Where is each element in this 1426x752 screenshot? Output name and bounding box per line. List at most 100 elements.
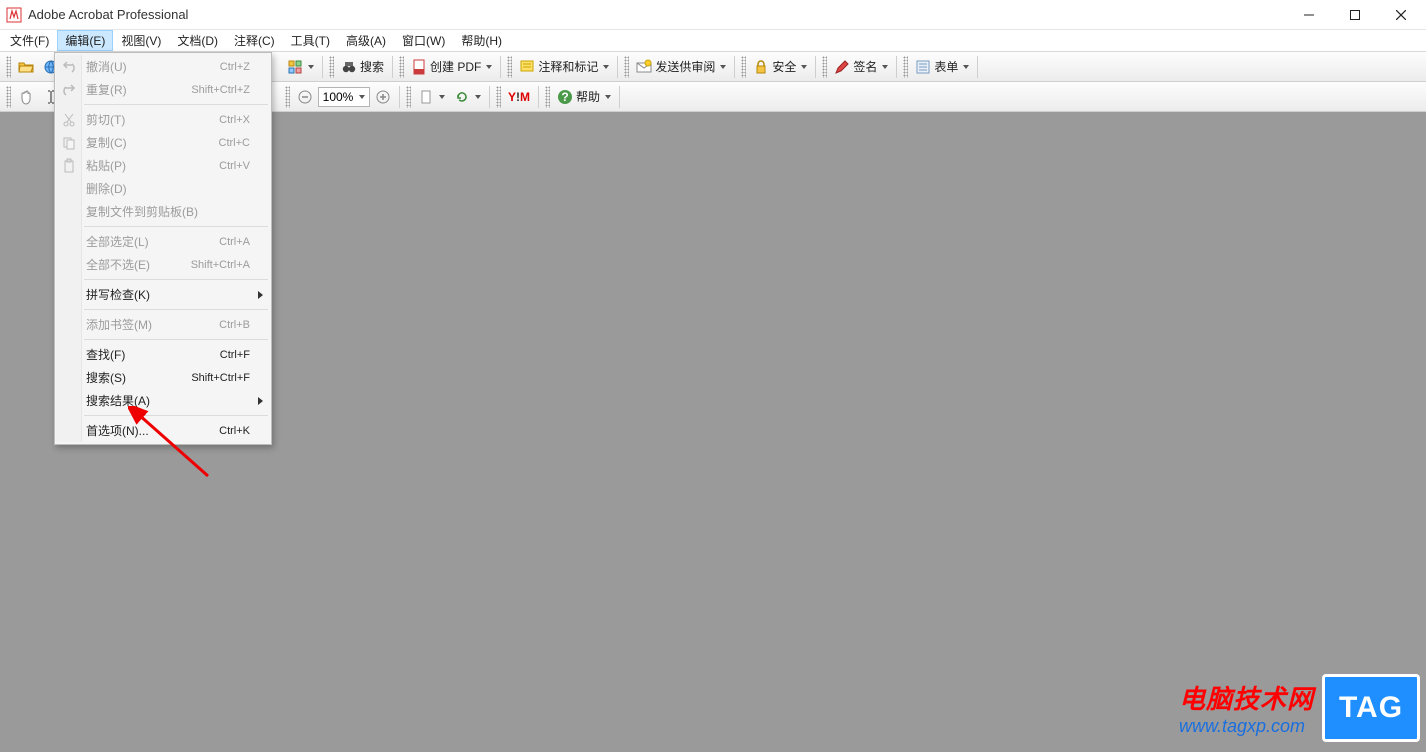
cut-icon: [61, 112, 77, 128]
window-title: Adobe Acrobat Professional: [28, 7, 1286, 22]
menu-shortcut: Shift+Ctrl+Z: [191, 84, 250, 96]
dropdown-arrow-icon: [882, 65, 888, 69]
menu-help[interactable]: 帮助(H): [453, 30, 510, 51]
submenu-arrow-icon: [258, 291, 263, 299]
sign-button[interactable]: 签名: [830, 55, 892, 79]
toolbar-grip[interactable]: [822, 56, 827, 78]
menu-view[interactable]: 视图(V): [113, 30, 169, 51]
toolbar-grip[interactable]: [6, 56, 11, 78]
toolbar-grip[interactable]: [903, 56, 908, 78]
menu-comments[interactable]: 注释(C): [226, 30, 283, 51]
rotate-icon: [454, 89, 470, 105]
annotate-button[interactable]: 注释和标记: [515, 55, 613, 79]
toolbar-grip[interactable]: [741, 56, 746, 78]
svg-text:?: ?: [561, 90, 568, 104]
copy-icon: [61, 135, 77, 151]
menu-label: 添加书签(M): [86, 316, 219, 333]
toolbar-grip[interactable]: [624, 56, 629, 78]
menu-label: 复制文件到剪贴板(B): [86, 203, 250, 220]
menu-bar: 文件(F) 编辑(E) 视图(V) 文档(D) 注释(C) 工具(T) 高级(A…: [0, 30, 1426, 52]
maximize-button[interactable]: [1332, 0, 1378, 30]
undo-icon: [61, 59, 77, 75]
dropdown-arrow-icon: [603, 65, 609, 69]
menu-tools[interactable]: 工具(T): [283, 30, 338, 51]
toolbar-grip[interactable]: [507, 56, 512, 78]
search-button[interactable]: 搜索: [337, 55, 388, 79]
dropdown-arrow-icon: [475, 95, 481, 99]
hand-icon: [18, 89, 34, 105]
open-button[interactable]: [14, 55, 38, 79]
create-pdf-button[interactable]: 创建 PDF: [407, 55, 496, 79]
app-icon: [6, 7, 22, 23]
menu-item-search[interactable]: 搜索(S) Shift+Ctrl+F: [56, 366, 270, 389]
menu-window[interactable]: 窗口(W): [394, 30, 453, 51]
menu-item-preferences[interactable]: 首选项(N)... Ctrl+K: [56, 419, 270, 442]
menu-item-spellcheck[interactable]: 拼写检查(K): [56, 283, 270, 306]
toolbar-grip[interactable]: [545, 86, 550, 108]
menu-item-copy[interactable]: 复制(C) Ctrl+C: [56, 131, 270, 154]
menu-file[interactable]: 文件(F): [2, 30, 57, 51]
minimize-button[interactable]: [1286, 0, 1332, 30]
send-review-label: 发送供审阅: [655, 58, 715, 75]
menu-item-select-all[interactable]: 全部选定(L) Ctrl+A: [56, 230, 270, 253]
note-icon: [519, 59, 535, 75]
menu-item-deselect-all[interactable]: 全部不选(E) Shift+Ctrl+A: [56, 253, 270, 276]
menu-label: 拼写检查(K): [86, 286, 250, 303]
toolbar-grip[interactable]: [6, 86, 11, 108]
help-label: 帮助: [576, 88, 600, 105]
menu-shortcut: Ctrl+X: [219, 114, 250, 126]
menu-shortcut: Shift+Ctrl+F: [191, 372, 250, 384]
binoculars-icon: [341, 59, 357, 75]
menu-label: 搜索(S): [86, 369, 191, 386]
title-bar: Adobe Acrobat Professional: [0, 0, 1426, 30]
forms-button[interactable]: 表单: [911, 55, 973, 79]
menu-item-search-results[interactable]: 搜索结果(A): [56, 389, 270, 412]
hand-tool-button[interactable]: [14, 85, 38, 109]
menu-item-undo[interactable]: 撤消(U) Ctrl+Z: [56, 55, 270, 78]
menu-item-paste[interactable]: 粘贴(P) Ctrl+V: [56, 154, 270, 177]
dropdown-arrow-icon: [308, 65, 314, 69]
menu-edit[interactable]: 编辑(E): [57, 30, 113, 51]
menu-label: 删除(D): [86, 180, 250, 197]
menu-label: 搜索结果(A): [86, 392, 250, 409]
menu-label: 全部不选(E): [86, 256, 191, 273]
menu-item-delete[interactable]: 删除(D): [56, 177, 270, 200]
zoom-level-input[interactable]: 100%: [318, 87, 370, 107]
menu-item-copy-to-clipboard[interactable]: 复制文件到剪贴板(B): [56, 200, 270, 223]
folder-open-icon: [18, 59, 34, 75]
dropdown-arrow-icon: [439, 95, 445, 99]
forms-label: 表单: [934, 58, 958, 75]
watermark-line1: 电脑技术网: [1179, 679, 1314, 716]
menu-shortcut: Shift+Ctrl+A: [191, 259, 250, 271]
page-layout-button[interactable]: [414, 85, 449, 109]
toolbar-grip[interactable]: [285, 86, 290, 108]
toolbar-grip[interactable]: [399, 56, 404, 78]
rotate-button[interactable]: [450, 85, 485, 109]
menu-shortcut: Ctrl+Z: [220, 61, 250, 73]
yim-button[interactable]: Y!M: [504, 85, 534, 109]
menu-document[interactable]: 文档(D): [169, 30, 226, 51]
toolbar-grip[interactable]: [329, 56, 334, 78]
menu-shortcut: Ctrl+B: [219, 319, 250, 331]
pdf-icon: [411, 59, 427, 75]
annotate-label: 注释和标记: [538, 58, 598, 75]
menu-label: 粘贴(P): [86, 157, 219, 174]
menu-item-redo[interactable]: 重复(R) Shift+Ctrl+Z: [56, 78, 270, 101]
menu-advanced[interactable]: 高级(A): [338, 30, 394, 51]
toolbar-grip[interactable]: [496, 86, 501, 108]
send-review-button[interactable]: 发送供审阅: [632, 55, 730, 79]
help-button[interactable]: ? 帮助: [553, 85, 615, 109]
menu-label: 复制(C): [86, 134, 219, 151]
menu-item-bookmark[interactable]: 添加书签(M) Ctrl+B: [56, 313, 270, 336]
toolbar-grip[interactable]: [406, 86, 411, 108]
security-button[interactable]: 安全: [749, 55, 811, 79]
menu-item-cut[interactable]: 剪切(T) Ctrl+X: [56, 108, 270, 131]
menu-item-find[interactable]: 查找(F) Ctrl+F: [56, 343, 270, 366]
arrange-button[interactable]: [283, 55, 318, 79]
minus-circle-icon: [297, 89, 313, 105]
zoom-out-button[interactable]: [293, 85, 317, 109]
redo-icon: [61, 82, 77, 98]
plus-circle-icon: [375, 89, 391, 105]
close-button[interactable]: [1378, 0, 1424, 30]
zoom-in-button[interactable]: [371, 85, 395, 109]
